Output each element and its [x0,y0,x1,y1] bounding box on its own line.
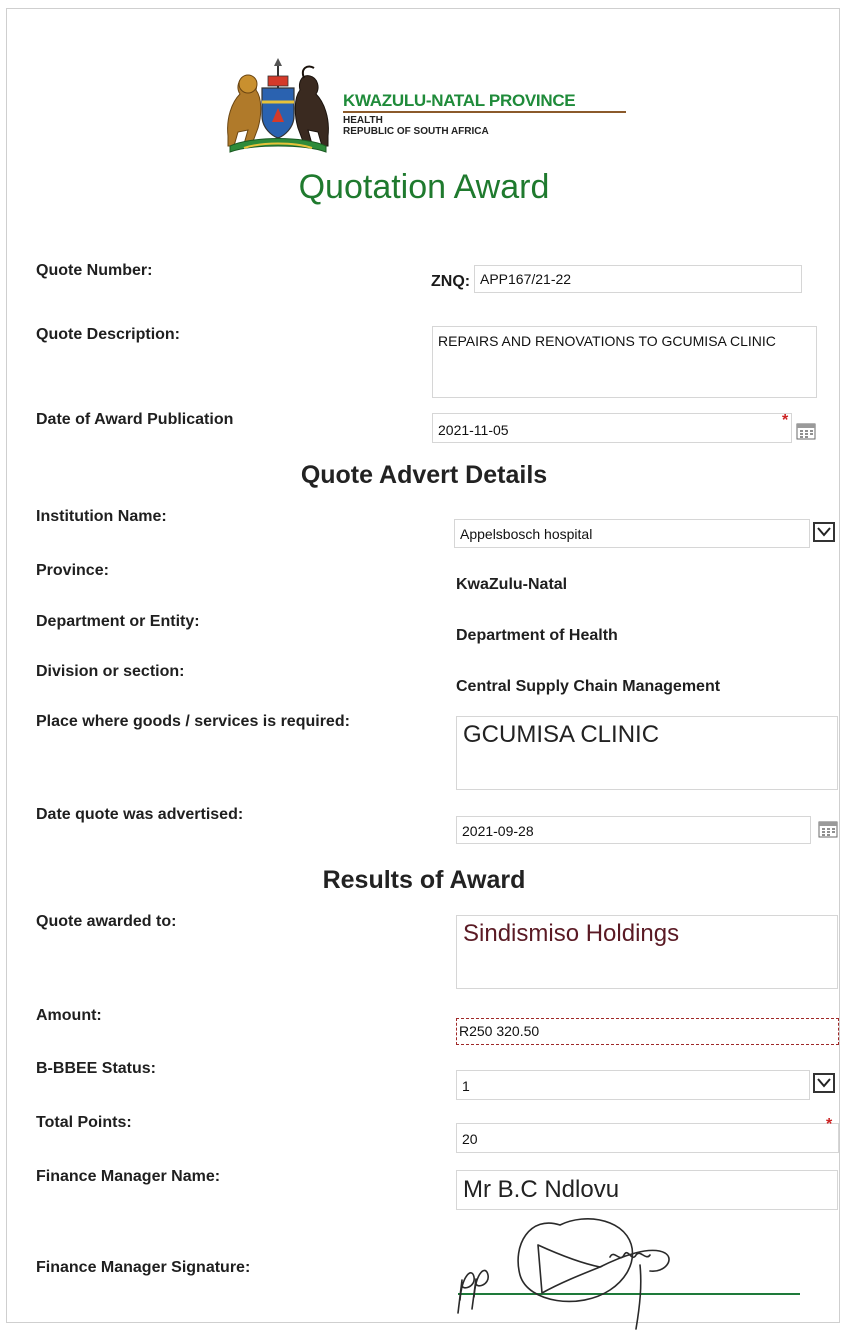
bbbee-dropdown-button[interactable] [813,1073,835,1093]
advertised-date-label: Date quote was advertised: [36,806,244,823]
header-subtitle: HEALTH REPUBLIC OF SOUTH AFRICA [343,115,489,137]
amount-field[interactable]: R250 320.50 [456,1018,839,1045]
province-label: Province: [36,562,109,579]
department-name: HEALTH [343,115,383,126]
quote-description-label: Quote Description: [36,326,181,343]
bbbee-select[interactable]: 1 [456,1070,810,1100]
quote-number-prefix: ZNQ: [431,273,471,290]
quote-number-field[interactable]: APP167/21-22 [474,265,802,293]
handwritten-signature [457,1217,670,1330]
division-label: Division or section: [36,663,185,680]
total-points-label: Total Points: [36,1114,132,1131]
quote-number-label: Quote Number: [36,262,153,279]
country-name: REPUBLIC OF SOUTH AFRICA [343,126,489,137]
award-date-label: Date of Award Publication [36,411,234,428]
place-label: Place where goods / services is required… [36,713,350,730]
calendar-icon[interactable] [818,820,838,838]
department-label: Department or Entity: [36,613,200,630]
institution-dropdown-button[interactable] [813,522,835,542]
quote-description-field[interactable]: REPAIRS AND RENOVATIONS TO GCUMISA CLINI… [432,326,817,398]
finance-manager-label: Finance Manager Name: [36,1168,221,1185]
amount-label: Amount: [36,1007,102,1024]
award-date-field[interactable]: 2021-11-05 [432,413,792,443]
results-section-title: Results of Award [322,866,526,894]
total-points-field[interactable]: 20 [456,1123,839,1153]
header-rule [343,111,626,113]
finance-manager-field[interactable]: Mr B.C Ndlovu [456,1170,838,1210]
division-value: Central Supply Chain Management [456,678,721,695]
institution-select[interactable]: Appelsbosch hospital [454,519,810,548]
required-marker: * [782,412,789,429]
awarded-to-label: Quote awarded to: [36,913,177,930]
calendar-icon[interactable] [796,422,816,440]
institution-label: Institution Name: [36,508,167,525]
awarded-to-field[interactable]: Sindismiso Holdings [456,915,838,989]
province-name: KWAZULU-NATAL PROVINCE [343,91,576,110]
department-value: Department of Health [456,627,618,644]
chevron-down-icon [817,527,831,537]
advertised-date-field[interactable]: 2021-09-28 [456,816,811,844]
finance-signature-label: Finance Manager Signature: [36,1259,251,1276]
bbbee-label: B-BBEE Status: [36,1060,157,1077]
required-marker: * [826,1116,833,1133]
province-value: KwaZulu-Natal [456,576,568,593]
coat-of-arms-icon [227,58,329,153]
chevron-down-icon [817,1078,831,1088]
place-field[interactable]: GCUMISA CLINIC [456,716,838,790]
page-title: Quotation Award [298,168,550,206]
advert-section-title: Quote Advert Details [300,461,548,489]
